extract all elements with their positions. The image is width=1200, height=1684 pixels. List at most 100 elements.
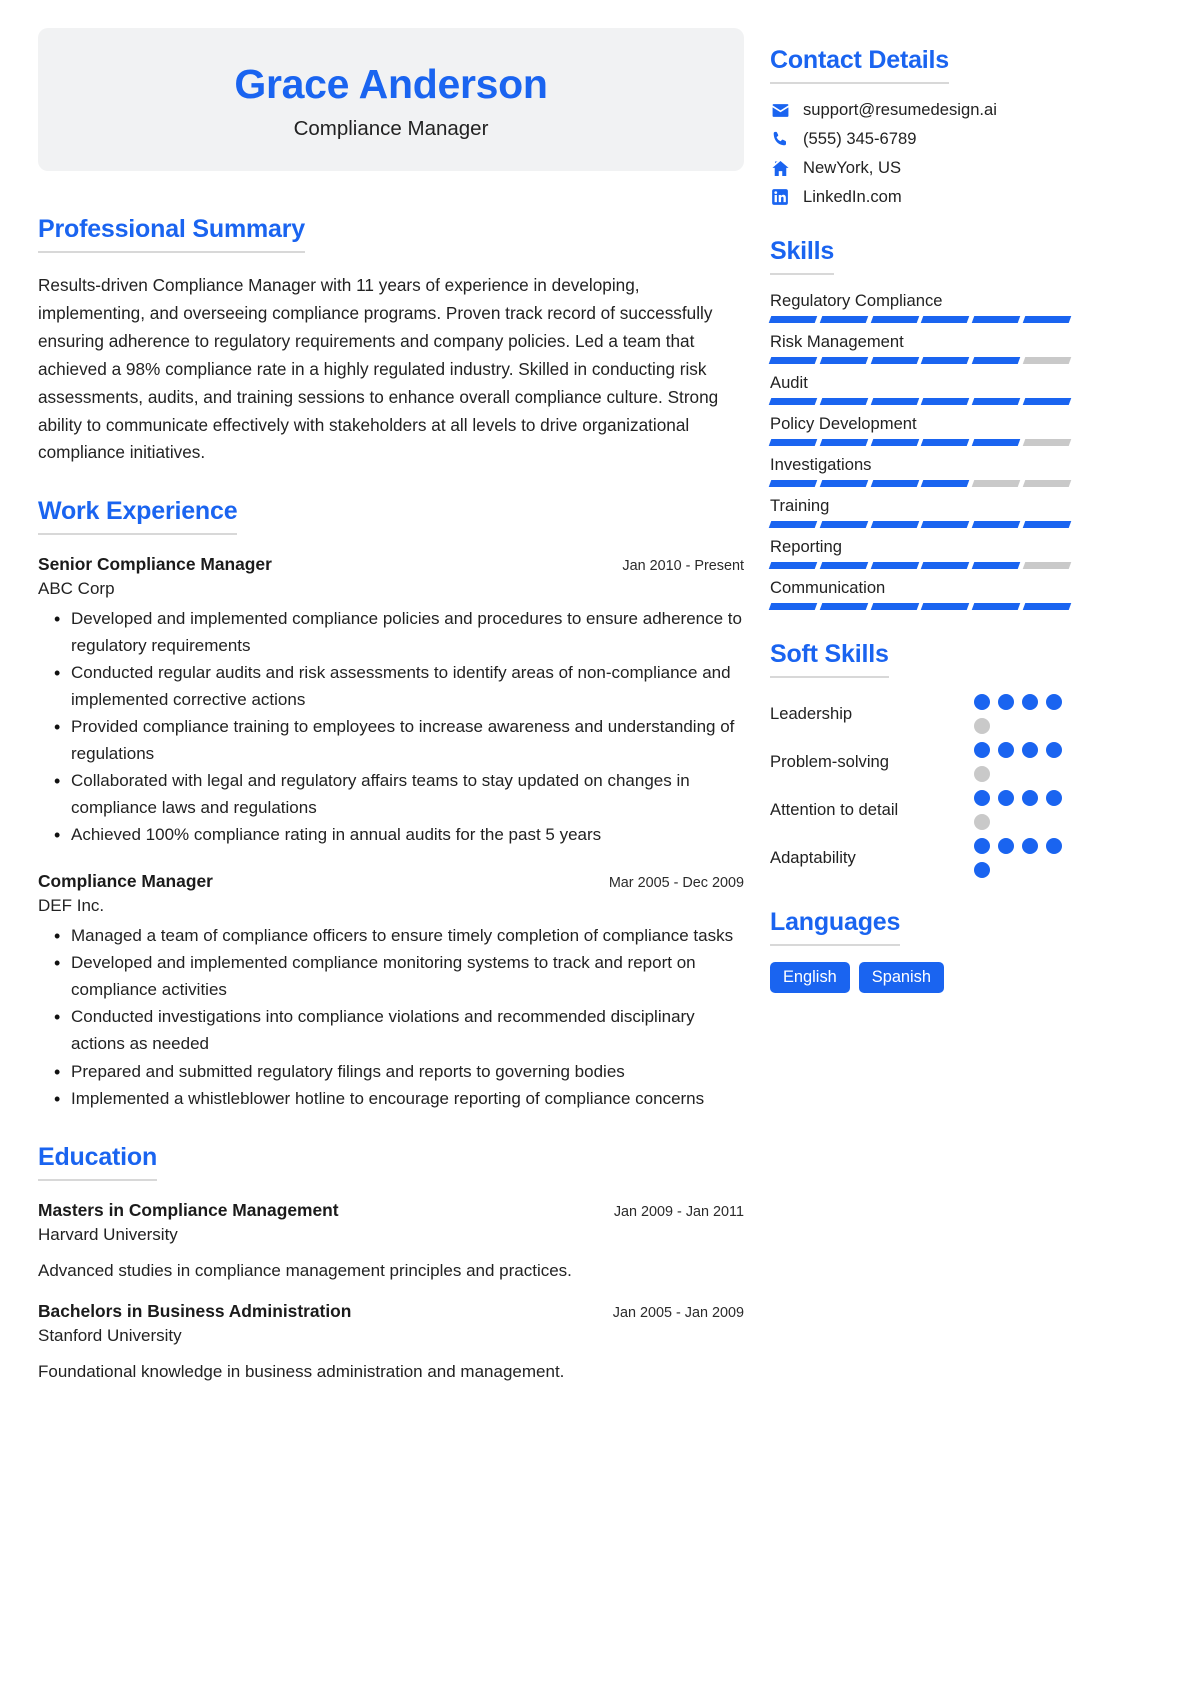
education-school: Harvard University bbox=[38, 1224, 178, 1244]
skill-bar-segment bbox=[870, 316, 919, 323]
skill-name: Policy Development bbox=[770, 414, 917, 433]
rating-dot bbox=[1022, 790, 1038, 806]
rating-dot bbox=[974, 838, 990, 854]
job-title-subtitle: Compliance Manager bbox=[293, 117, 489, 141]
skill-bar-segment bbox=[1022, 398, 1072, 405]
skill-bar-segment bbox=[819, 439, 868, 446]
rating-dot bbox=[1022, 694, 1038, 710]
contact-row[interactable]: NewYork, US bbox=[770, 158, 1070, 178]
rating-dot bbox=[974, 790, 990, 806]
section-heading-summary: Professional Summary bbox=[38, 215, 305, 254]
soft-skill-name: Adaptability bbox=[770, 848, 856, 867]
skill-level-bar bbox=[768, 439, 1072, 446]
rating-dot bbox=[974, 862, 990, 878]
skill-bar-segment bbox=[921, 480, 970, 487]
skill-level-bar bbox=[768, 480, 1072, 487]
rating-dot bbox=[1046, 838, 1062, 854]
skill-level-bar bbox=[768, 562, 1072, 569]
skill-bar-segment bbox=[870, 398, 919, 405]
job-title: Senior Compliance Manager bbox=[38, 554, 272, 575]
rating-dot bbox=[974, 766, 990, 782]
education-degree: Masters in Compliance Management bbox=[38, 1199, 339, 1220]
skill-bar-segment bbox=[870, 480, 919, 487]
contact-details-section: Contact Details support@resumedesign.ai (… bbox=[770, 46, 1070, 207]
rating-dot bbox=[974, 742, 990, 758]
main-column: Grace Anderson Compliance Manager Profes… bbox=[38, 28, 744, 1412]
soft-skill-name: Attention to detail bbox=[770, 800, 899, 819]
skill-row: Communication bbox=[768, 578, 1072, 610]
skill-bar-segment bbox=[972, 398, 1021, 405]
skill-bar-segment bbox=[921, 398, 970, 405]
job-company: DEF Inc. bbox=[38, 895, 105, 915]
soft-skill-rating bbox=[974, 742, 1070, 782]
work-experience-section: Work Experience Senior Compliance Manage… bbox=[38, 497, 744, 1113]
email-icon bbox=[770, 100, 790, 120]
skill-bar-segment bbox=[972, 316, 1021, 323]
skill-bar-segment bbox=[768, 398, 818, 405]
skill-bar-segment bbox=[1022, 562, 1072, 569]
skill-bar-segment bbox=[819, 398, 868, 405]
rating-dot bbox=[998, 838, 1014, 854]
skill-bar-segment bbox=[972, 480, 1021, 487]
soft-skill-name: Problem-solving bbox=[770, 752, 889, 771]
skill-row: Reporting bbox=[768, 537, 1072, 569]
skill-bar-segment bbox=[921, 562, 970, 569]
skill-bar-segment bbox=[819, 480, 868, 487]
contact-row[interactable]: LinkedIn.com bbox=[770, 187, 1070, 207]
soft-skill-row: Attention to detail bbox=[770, 790, 1070, 830]
section-heading-contact: Contact Details bbox=[770, 46, 949, 84]
soft-skill-row: Leadership bbox=[770, 694, 1070, 734]
section-heading-languages: Languages bbox=[770, 908, 900, 946]
soft-skill-name: Leadership bbox=[770, 704, 853, 723]
skill-row: Risk Management bbox=[768, 332, 1072, 364]
skill-bar-segment bbox=[819, 562, 868, 569]
job-title: Compliance Manager bbox=[38, 870, 213, 891]
contact-value: LinkedIn.com bbox=[803, 187, 902, 206]
contact-value: NewYork, US bbox=[803, 158, 902, 177]
job-bullet: Conducted regular audits and risk assess… bbox=[38, 659, 744, 713]
skill-bar-segment bbox=[768, 603, 818, 610]
skill-name: Audit bbox=[770, 373, 808, 392]
skill-row: Policy Development bbox=[768, 414, 1072, 446]
skill-bar-segment bbox=[921, 439, 970, 446]
skill-bar-segment bbox=[768, 562, 818, 569]
language-chip[interactable]: English bbox=[770, 962, 850, 994]
skill-name: Regulatory Compliance bbox=[770, 291, 943, 310]
page-title: Grace Anderson bbox=[234, 61, 548, 107]
skill-level-bar bbox=[768, 357, 1072, 364]
skill-bar-segment bbox=[768, 357, 818, 364]
education-header: Masters in Compliance Management Jan 2009… bbox=[38, 1200, 744, 1221]
skill-name: Investigations bbox=[770, 455, 872, 474]
skill-bar-segment bbox=[870, 562, 919, 569]
contact-row[interactable]: support@resumedesign.ai bbox=[770, 100, 1070, 120]
skill-bar-segment bbox=[768, 316, 818, 323]
contact-list: support@resumedesign.ai (555) 345-6789 New… bbox=[770, 100, 1070, 207]
job-header: Compliance Manager Mar 2005 - Dec 2009 bbox=[38, 871, 744, 892]
job-bullet: Collaborated with legal and regulatory a… bbox=[38, 767, 744, 821]
skill-bar-segment bbox=[1022, 316, 1072, 323]
skill-list: Regulatory Compliance Risk Management Audi… bbox=[768, 291, 1072, 610]
job-bullet: Implemented a whistleblower hotline to e… bbox=[38, 1085, 744, 1113]
job-dates: Jan 2010 - Present bbox=[622, 558, 744, 575]
contact-row[interactable]: (555) 345-6789 bbox=[770, 129, 1070, 149]
skill-bar-segment bbox=[870, 439, 919, 446]
skill-bar-segment bbox=[768, 521, 818, 528]
skill-bar-segment bbox=[972, 439, 1021, 446]
skill-row: Training bbox=[768, 496, 1072, 528]
summary-text: Results-driven Compliance Manager with 1… bbox=[38, 275, 719, 463]
language-chip[interactable]: Spanish bbox=[858, 962, 944, 994]
contact-value: (555) 345-6789 bbox=[803, 129, 917, 148]
rating-dot bbox=[998, 790, 1014, 806]
skill-bar-segment bbox=[1022, 439, 1072, 446]
soft-skill-row: Adaptability bbox=[770, 838, 1070, 878]
soft-skills-section: Soft Skills Leadership Problem-solving Att… bbox=[770, 640, 1070, 878]
skill-level-bar bbox=[768, 521, 1072, 528]
skill-row: Investigations bbox=[768, 455, 1072, 487]
skill-name: Reporting bbox=[770, 537, 842, 556]
skill-name: Training bbox=[770, 496, 830, 515]
rating-dot bbox=[998, 694, 1014, 710]
skill-bar-segment bbox=[819, 521, 868, 528]
linkedin-icon bbox=[770, 187, 790, 207]
rating-dot bbox=[1022, 838, 1038, 854]
section-heading-soft-skills: Soft Skills bbox=[770, 640, 889, 678]
